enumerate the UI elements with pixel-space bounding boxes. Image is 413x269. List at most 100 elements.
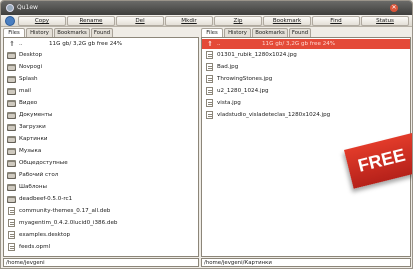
list-item[interactable]: Общедоступные bbox=[4, 158, 198, 168]
list-item[interactable]: u2_1280_1024.jpg bbox=[202, 86, 410, 96]
folder-icon bbox=[7, 99, 16, 107]
list-item[interactable]: examples.desktop bbox=[4, 230, 198, 240]
parent-dir-label: .. bbox=[19, 41, 23, 47]
list-item[interactable]: Desktop bbox=[4, 50, 198, 60]
list-item[interactable]: feeds.opml bbox=[4, 242, 198, 252]
folder-icon bbox=[7, 171, 16, 179]
folder-icon bbox=[7, 195, 16, 203]
list-item[interactable]: 01301_rubik_1280x1024.jpg bbox=[202, 50, 410, 60]
folder-icon bbox=[7, 123, 16, 131]
left-path-field[interactable]: /home/jevgeni bbox=[3, 258, 199, 267]
list-item[interactable]: deadbeef-0.5.0-rc1 bbox=[4, 194, 198, 204]
app-icon bbox=[6, 4, 14, 12]
file-icon bbox=[8, 219, 15, 227]
list-item[interactable]: mail bbox=[4, 86, 198, 96]
list-item[interactable]: Документы bbox=[4, 110, 198, 120]
folder-icon bbox=[7, 111, 16, 119]
item-name: Загрузки bbox=[19, 124, 46, 130]
item-name: feeds.opml bbox=[19, 244, 51, 250]
left-file-list[interactable]: ⇑ .. 11G gb/ 3,2G gb free 24% Desktop No… bbox=[3, 37, 199, 257]
left-tab-found[interactable]: Found bbox=[91, 28, 113, 37]
app-logo-icon bbox=[5, 16, 15, 26]
right-tab-found[interactable]: Found bbox=[289, 28, 311, 37]
item-name: Общедоступные bbox=[19, 160, 68, 166]
folder-icon bbox=[7, 159, 16, 167]
item-name: Документы bbox=[19, 112, 53, 118]
item-name: vista.jpg bbox=[217, 100, 241, 106]
folder-icon bbox=[7, 87, 16, 95]
folder-icon bbox=[7, 135, 16, 143]
parent-dir-label: .. bbox=[217, 41, 221, 47]
bookmark-button[interactable]: Bookmark bbox=[263, 16, 311, 26]
right-path-field[interactable]: /home/jevgeni/Картинки bbox=[201, 258, 411, 267]
item-name: examples.desktop bbox=[19, 232, 71, 238]
left-tab-bar: Files History Bookmarks Found bbox=[3, 28, 199, 38]
close-icon[interactable]: ✕ bbox=[390, 4, 398, 12]
folder-icon bbox=[7, 63, 16, 71]
list-item[interactable]: ThrowingStones.jpg bbox=[202, 74, 410, 84]
file-icon bbox=[8, 243, 15, 251]
list-item[interactable]: Bad.jpg bbox=[202, 62, 410, 72]
title-bar: Qu1ew ✕ bbox=[1, 1, 412, 15]
right-parent-dir-row[interactable]: ⇑ .. 11G gb/ 3,2G gb free 24% bbox=[202, 39, 410, 49]
disk-usage-text: 11G gb/ 3,2G gb free 24% bbox=[49, 41, 123, 47]
find-button[interactable]: Find bbox=[312, 16, 360, 26]
zip-button[interactable]: Zip bbox=[214, 16, 262, 26]
left-tab-history[interactable]: History bbox=[26, 28, 53, 37]
image-file-icon bbox=[206, 87, 213, 95]
item-name: Splash bbox=[19, 76, 38, 82]
right-tab-bookmarks[interactable]: Bookmarks bbox=[252, 28, 288, 37]
list-item[interactable]: Шаблоны bbox=[4, 182, 198, 192]
list-item[interactable]: myagentim_0.4.2.0lucid0_i386.deb bbox=[4, 218, 198, 228]
item-name: Музыка bbox=[19, 148, 42, 154]
file-icon bbox=[8, 207, 15, 215]
image-file-icon bbox=[206, 51, 213, 59]
item-name: Bad.jpg bbox=[217, 64, 239, 70]
item-name: deadbeef-0.5.0-rc1 bbox=[19, 196, 73, 202]
folder-icon bbox=[7, 75, 16, 83]
left-parent-dir-row[interactable]: ⇑ .. 11G gb/ 3,2G gb free 24% bbox=[4, 39, 198, 49]
parent-dir-icon: ⇑ bbox=[9, 40, 15, 48]
item-name: vladstudio_visladeteclas_1280x1024.jpg bbox=[217, 112, 331, 118]
image-file-icon bbox=[206, 99, 213, 107]
copy-button[interactable]: Copy bbox=[18, 16, 66, 26]
list-item[interactable]: community-themes_0.17_all.deb bbox=[4, 206, 198, 216]
item-name: Novpogi bbox=[19, 64, 42, 70]
file-icon bbox=[8, 231, 15, 239]
item-name: ThrowingStones.jpg bbox=[217, 76, 273, 82]
list-item[interactable]: Novpogi bbox=[4, 62, 198, 72]
toolbar: Copy Rename Del Mkdir Zip Bookmark Find … bbox=[1, 15, 412, 27]
item-name: Картинки bbox=[19, 136, 48, 142]
item-name: community-themes_0.17_all.deb bbox=[19, 208, 111, 214]
list-item[interactable]: Splash bbox=[4, 74, 198, 84]
list-item[interactable]: Видео bbox=[4, 98, 198, 108]
image-file-icon bbox=[206, 63, 213, 71]
item-name: Рабочий стол bbox=[19, 172, 59, 178]
status-button[interactable]: Status bbox=[361, 16, 409, 26]
rename-button[interactable]: Rename bbox=[67, 16, 115, 26]
list-item[interactable]: Картинки bbox=[4, 134, 198, 144]
folder-icon bbox=[7, 183, 16, 191]
list-item[interactable]: vladstudio_visladeteclas_1280x1024.jpg bbox=[202, 110, 410, 120]
list-item[interactable]: Загрузки bbox=[4, 122, 198, 132]
folder-icon bbox=[7, 51, 16, 59]
item-name: u2_1280_1024.jpg bbox=[217, 88, 269, 94]
left-tab-bookmarks[interactable]: Bookmarks bbox=[54, 28, 90, 37]
parent-dir-icon: ⇑ bbox=[207, 40, 213, 48]
folder-icon bbox=[7, 147, 16, 155]
right-tab-history[interactable]: History bbox=[224, 28, 251, 37]
item-name: Шаблоны bbox=[19, 184, 47, 190]
item-name: Видео bbox=[19, 100, 38, 106]
mkdir-button[interactable]: Mkdir bbox=[165, 16, 213, 26]
list-item[interactable]: Рабочий стол bbox=[4, 170, 198, 180]
disk-usage-text: 11G gb/ 3,2G gb free 24% bbox=[262, 41, 336, 47]
item-name: Desktop bbox=[19, 52, 43, 58]
list-item[interactable]: Музыка bbox=[4, 146, 198, 156]
delete-button[interactable]: Del bbox=[116, 16, 164, 26]
list-item[interactable]: vista.jpg bbox=[202, 98, 410, 108]
item-name: 01301_rubik_1280x1024.jpg bbox=[217, 52, 297, 58]
image-file-icon bbox=[206, 111, 213, 119]
image-file-icon bbox=[206, 75, 213, 83]
item-name: mail bbox=[19, 88, 31, 94]
window-title: Qu1ew bbox=[17, 4, 38, 11]
